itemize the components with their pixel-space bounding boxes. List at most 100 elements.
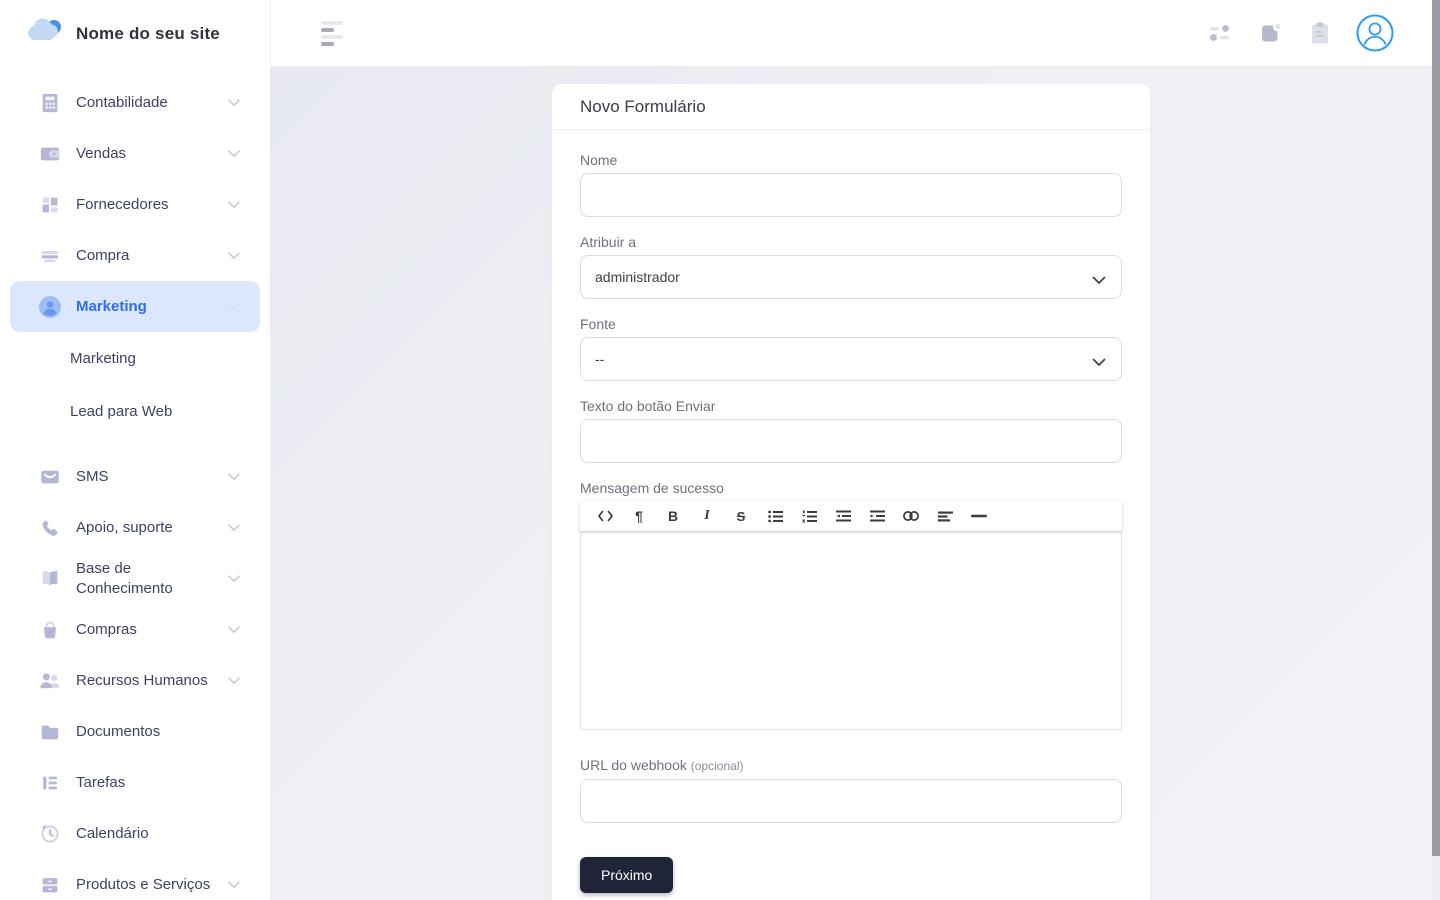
nome-label: Nome	[580, 151, 1122, 169]
field-atribuir-a: Atribuir a administrador	[580, 233, 1122, 299]
sidebar-item-apoio-suporte[interactable]: Apoio, suporte	[0, 502, 270, 553]
book-icon	[38, 567, 62, 591]
field-texto-botao: Texto do botão Enviar	[580, 397, 1122, 463]
field-webhook: URL do webhook (opcional)	[580, 756, 1122, 823]
sidebar-nav: Contabilidade Vendas Fornecedores Compra Mar…	[0, 63, 270, 900]
webhook-hint: (opcional)	[691, 759, 744, 773]
phone-icon	[38, 516, 62, 540]
fonte-label: Fonte	[580, 315, 1122, 333]
page-title: Novo Formulário	[580, 97, 1122, 117]
calculator-icon	[38, 91, 62, 115]
next-button[interactable]: Próximo	[580, 857, 673, 893]
link-icon[interactable]	[894, 503, 928, 529]
fonte-select[interactable]: --	[580, 337, 1122, 381]
mensagem-sucesso-editor[interactable]	[580, 531, 1122, 730]
person-circle-icon	[38, 295, 62, 319]
tasklist-icon	[38, 771, 62, 795]
chevron-down-icon	[228, 303, 240, 311]
nome-input[interactable]	[580, 173, 1122, 217]
align-left-icon[interactable]	[928, 503, 962, 529]
page-scrollbar[interactable]	[1432, 0, 1440, 900]
sidebar-item-tarefas[interactable]: Tarefas	[0, 757, 270, 808]
texto-botao-label: Texto do botão Enviar	[580, 397, 1122, 415]
sidebar-item-label: Base de Conhecimento	[76, 559, 228, 598]
sidebar-item-vendas[interactable]: Vendas	[0, 128, 270, 179]
italic-icon[interactable]: I	[690, 503, 724, 529]
sidebar-subitem-lead-para-web[interactable]: Lead para Web	[0, 385, 270, 438]
chevron-down-icon	[228, 201, 240, 209]
sidebar-subitem-label: Marketing	[70, 350, 136, 367]
outdent-icon[interactable]	[826, 503, 860, 529]
wallet-icon	[38, 142, 62, 166]
field-mensagem-sucesso: Mensagem de sucesso ¶BIS	[580, 479, 1122, 730]
card-body: Nome Atribuir a administrador Fonte	[552, 130, 1150, 900]
sidebar-subitem-label: Lead para Web	[70, 403, 172, 420]
chevron-down-icon	[228, 473, 240, 481]
sidebar-item-label: Fornecedores	[76, 195, 228, 215]
clock-icon	[38, 822, 62, 846]
menu-toggle-icon[interactable]	[321, 18, 345, 49]
field-fonte: Fonte --	[580, 315, 1122, 381]
bold-icon[interactable]: B	[656, 503, 690, 529]
ordered-list-icon[interactable]	[792, 503, 826, 529]
sidebar-item-recursos-humanos[interactable]: Recursos Humanos	[0, 655, 270, 706]
paragraph-icon[interactable]: ¶	[622, 503, 656, 529]
clipboard-icon[interactable]	[1306, 19, 1334, 47]
mensagem-sucesso-label: Mensagem de sucesso	[580, 479, 1122, 497]
horizontal-rule-icon[interactable]	[962, 503, 996, 529]
rich-text-toolbar: ¶BIS	[580, 501, 1122, 531]
sidebar-item-fornecedores[interactable]: Fornecedores	[0, 179, 270, 230]
app-window: Nome do seu site Contabilidade Vendas Forn…	[0, 0, 1440, 900]
sidebar-item-contabilidade[interactable]: Contabilidade	[0, 77, 270, 128]
sidebar-item-documentos[interactable]: Documentos	[0, 706, 270, 757]
bag-icon	[38, 618, 62, 642]
sliders-icon[interactable]	[1206, 19, 1234, 47]
site-name: Nome do seu site	[76, 24, 220, 44]
unordered-list-icon[interactable]	[758, 503, 792, 529]
chevron-down-icon	[228, 99, 240, 107]
sidebar-item-compras[interactable]: Compras	[0, 604, 270, 655]
texto-botao-input[interactable]	[580, 419, 1122, 463]
top-header	[270, 0, 1440, 67]
code-icon[interactable]	[588, 503, 622, 529]
sidebar-item-label: Compra	[76, 246, 228, 266]
main-content: Novo Formulário Nome Atribuir a administ…	[270, 67, 1440, 900]
chevron-down-icon	[228, 524, 240, 532]
chevron-down-icon	[228, 677, 240, 685]
sidebar-item-label: SMS	[76, 467, 228, 487]
chevron-down-icon	[228, 252, 240, 260]
card-header: Novo Formulário	[552, 84, 1150, 130]
indent-icon[interactable]	[860, 503, 894, 529]
drawer-icon	[38, 873, 62, 897]
sidebar-subitem-marketing-sub[interactable]: Marketing	[0, 332, 270, 385]
atribuir-a-select[interactable]: administrador	[580, 255, 1122, 299]
sidebar-item-sms[interactable]: SMS	[0, 451, 270, 502]
chevron-down-icon	[228, 575, 240, 583]
sidebar-item-label: Vendas	[76, 144, 228, 164]
sidebar: Nome do seu site Contabilidade Vendas Forn…	[0, 0, 270, 900]
strikethrough-icon[interactable]: S	[724, 503, 758, 529]
webhook-label-text: URL do webhook	[580, 757, 687, 773]
sidebar-item-label: Calendário	[76, 824, 240, 844]
sidebar-item-marketing[interactable]: Marketing	[10, 281, 260, 332]
sidebar-item-calendario[interactable]: Calendário	[0, 808, 270, 859]
sidebar-item-label: Tarefas	[76, 773, 240, 793]
sidebar-item-label: Recursos Humanos	[76, 671, 228, 691]
scrollbar-thumb[interactable]	[1432, 0, 1440, 856]
sidebar-item-produtos-e-servicos[interactable]: Produtos e Serviços	[0, 859, 270, 900]
lines-icon	[38, 244, 62, 268]
sidebar-item-label: Produtos e Serviços	[76, 875, 228, 895]
cloud-icon	[26, 18, 64, 49]
sidebar-item-compra[interactable]: Compra	[0, 230, 270, 281]
webhook-label: URL do webhook (opcional)	[580, 756, 1122, 775]
brand: Nome do seu site	[0, 0, 270, 63]
notifications-icon[interactable]	[1256, 19, 1284, 47]
sidebar-item-base-de-conhecimento[interactable]: Base de Conhecimento	[0, 553, 270, 604]
webhook-input[interactable]	[580, 779, 1122, 823]
chevron-down-icon	[228, 626, 240, 634]
atribuir-a-label: Atribuir a	[580, 233, 1122, 251]
user-avatar-icon[interactable]	[1356, 14, 1394, 52]
sidebar-item-label: Apoio, suporte	[76, 518, 228, 538]
grid-icon	[38, 193, 62, 217]
sidebar-item-label: Documentos	[76, 722, 240, 742]
